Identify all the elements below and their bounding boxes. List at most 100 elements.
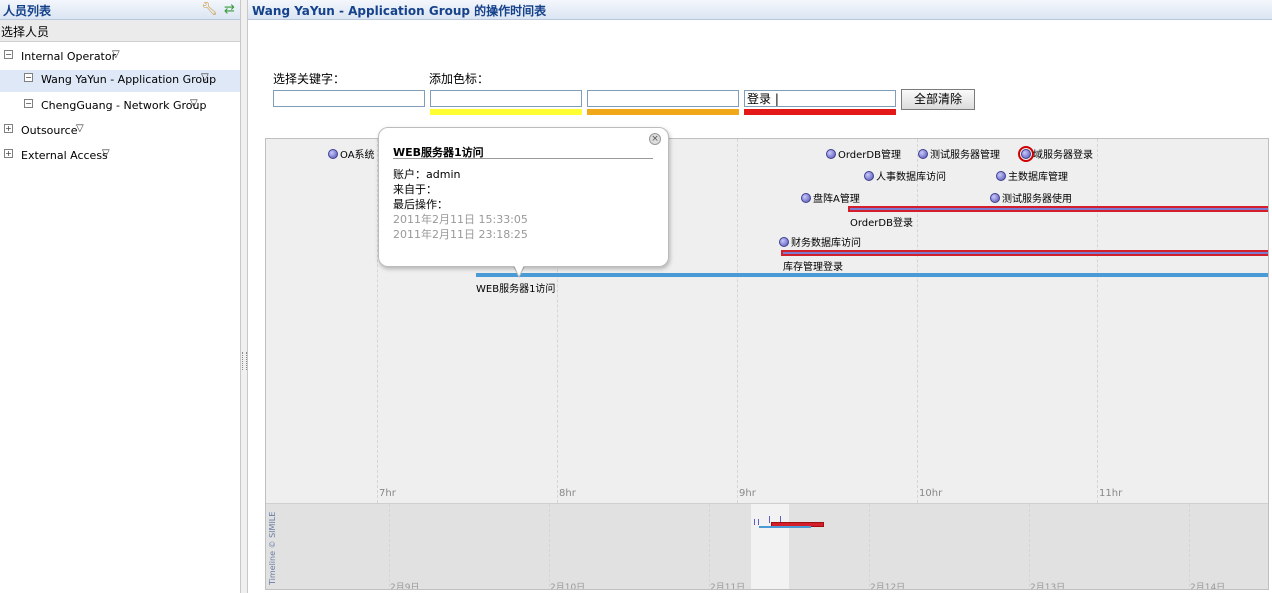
tree-node-outsource[interactable]: + Outsource ▽ <box>0 121 240 143</box>
day-gridline <box>1189 504 1190 589</box>
clear-all-button[interactable]: 全部清除 <box>901 89 975 110</box>
hour-label: 9hr <box>739 488 756 499</box>
person-list-panel: 人员列表 🔧︎ ⇄ 选择人员 − Internal Operator ▽ − W… <box>0 0 241 593</box>
close-icon[interactable]: × <box>649 133 661 145</box>
tree-node-label[interactable]: External Access <box>21 149 108 162</box>
day-gridline <box>1029 504 1030 589</box>
chevron-down-icon[interactable]: ▽ <box>112 49 120 60</box>
timeline-event-highlighted[interactable]: 域服务器登录 <box>1018 146 1093 162</box>
event-dot-icon <box>328 149 338 159</box>
event-dot-icon <box>990 193 1000 203</box>
chevron-down-icon[interactable]: ▽ <box>190 98 198 109</box>
event-label: 测试服务器管理 <box>930 150 1000 161</box>
hour-gridline <box>917 139 918 503</box>
collapse-icon[interactable]: − <box>24 99 33 108</box>
tree-node-label[interactable]: Wang YaYun - Application Group <box>41 73 216 86</box>
color-input-yellow[interactable] <box>430 90 582 107</box>
event-dot-icon <box>864 171 874 181</box>
hour-label: 11hr <box>1099 488 1123 499</box>
date-label: 2月9日 <box>390 583 420 590</box>
hour-gridline <box>737 139 738 503</box>
splitter-grip-icon[interactable] <box>242 352 247 370</box>
event-dot-icon <box>918 149 928 159</box>
main-header: Wang YaYun - Application Group 的操作时间表 <box>248 0 1272 20</box>
popup-account: 账户：admin <box>393 168 461 181</box>
chevron-down-icon[interactable]: ▽ <box>102 148 110 159</box>
event-label: OrderDB管理 <box>838 150 901 161</box>
duration-bar[interactable] <box>848 206 1268 212</box>
tree-node-external-access[interactable]: + External Access ▽ <box>0 146 240 168</box>
expand-icon[interactable]: + <box>4 124 13 133</box>
person-list-header: 人员列表 🔧︎ ⇄ <box>0 0 240 20</box>
red-swatch <box>744 109 896 115</box>
timeline-event[interactable]: 财务数据库访问 <box>779 234 861 249</box>
timeline-event[interactable]: 人事数据库访问 <box>864 168 946 183</box>
popup-time: 2011年2月11日 15:33:05 <box>393 213 528 226</box>
tree-node-label[interactable]: Internal Operator <box>21 50 116 63</box>
select-person-label: 选择人员 <box>1 25 50 39</box>
duration-label: WEB服务器1访问 <box>476 284 556 295</box>
date-label: 2月14日 <box>1190 583 1226 590</box>
page-title: Wang YaYun - Application Group 的操作时间表 <box>252 4 547 18</box>
popup-tail-fill <box>513 263 525 276</box>
timeline-event[interactable]: OrderDB管理 <box>826 146 901 161</box>
duration-bar[interactable] <box>476 273 1268 277</box>
date-label: 2月12日 <box>870 583 906 590</box>
panel-splitter[interactable] <box>241 0 248 593</box>
day-gridline <box>389 504 390 589</box>
hour-label: 7hr <box>379 488 396 499</box>
timeline-event[interactable]: 主数据库管理 <box>996 168 1068 183</box>
duration-label: OrderDB登录 <box>850 218 913 229</box>
timeline-event[interactable]: 测试服务器管理 <box>918 146 1000 161</box>
event-label: 主数据库管理 <box>1008 172 1068 183</box>
timeline-event[interactable]: 盘阵A管理 <box>801 190 860 205</box>
keyword-input[interactable] <box>273 90 425 107</box>
tree-node-chengguang[interactable]: − ChengGuang - Network Group ▽ <box>0 96 240 118</box>
popup-last-op: 最后操作： <box>393 198 448 211</box>
hour-gridline <box>1097 139 1098 503</box>
event-dot-icon <box>996 171 1006 181</box>
simile-credit-text: Timeline © SIMILE <box>268 511 277 585</box>
person-list-title: 人员列表 <box>3 4 52 18</box>
duration-bar[interactable] <box>781 250 1268 256</box>
event-label: 人事数据库访问 <box>876 172 946 183</box>
day-gridline <box>709 504 710 589</box>
event-dot-icon <box>826 149 836 159</box>
chevron-down-icon[interactable]: ▽ <box>201 72 209 83</box>
event-dot-icon <box>801 193 811 203</box>
popup-time: 2011年2月11日 23:18:25 <box>393 228 528 241</box>
yellow-swatch <box>430 109 582 115</box>
expand-icon[interactable]: + <box>4 149 13 158</box>
tree-node-label[interactable]: ChengGuang - Network Group <box>41 99 206 112</box>
collapse-icon[interactable]: − <box>4 50 13 59</box>
date-label: 2月10日 <box>550 583 586 590</box>
event-dot-icon <box>779 237 789 247</box>
event-popup: WEB服务器1访问 × 账户：admin 来自于： 最后操作： 2011年2月1… <box>378 127 669 267</box>
simile-credit: Timeline © SIMILE <box>268 511 282 587</box>
event-label: 财务数据库访问 <box>791 238 861 249</box>
timeline-overview-band[interactable]: 2月9日 2月10日 2月11日 2月12日 2月13日 2月14日 <box>266 503 1268 590</box>
select-person-bar: 选择人员 <box>0 20 240 42</box>
keyword-label: 选择关键字： <box>273 72 346 86</box>
refresh-icon[interactable]: ⇄ <box>222 2 237 17</box>
tree-node-label[interactable]: Outsource <box>21 124 77 137</box>
color-label: 添加色标： <box>429 72 490 86</box>
timeline-event[interactable]: 测试服务器使用 <box>990 190 1072 205</box>
color-input-orange[interactable] <box>587 90 739 107</box>
date-label: 2月11日 <box>710 583 746 590</box>
hour-label: 8hr <box>559 488 576 499</box>
wrench-icon[interactable]: 🔧︎ <box>201 2 218 17</box>
event-label: OA系统 <box>340 150 375 161</box>
orange-swatch <box>587 109 739 115</box>
tree-node-internal-operator[interactable]: − Internal Operator ▽ <box>0 47 240 69</box>
overview-bar <box>759 526 811 528</box>
event-label: 域服务器登录 <box>1033 150 1093 161</box>
tree-node-wang-yayun[interactable]: − Wang YaYun - Application Group ▽ <box>0 70 240 92</box>
event-dot-icon <box>1018 146 1034 162</box>
timeline-event[interactable]: OA系统 <box>328 146 375 161</box>
chevron-down-icon[interactable]: ▽ <box>76 123 84 134</box>
duration-label: 库存管理登录 <box>783 262 843 273</box>
collapse-icon[interactable]: − <box>24 73 33 82</box>
day-gridline <box>549 504 550 589</box>
color-input-red[interactable]: 登录 | <box>744 90 896 107</box>
